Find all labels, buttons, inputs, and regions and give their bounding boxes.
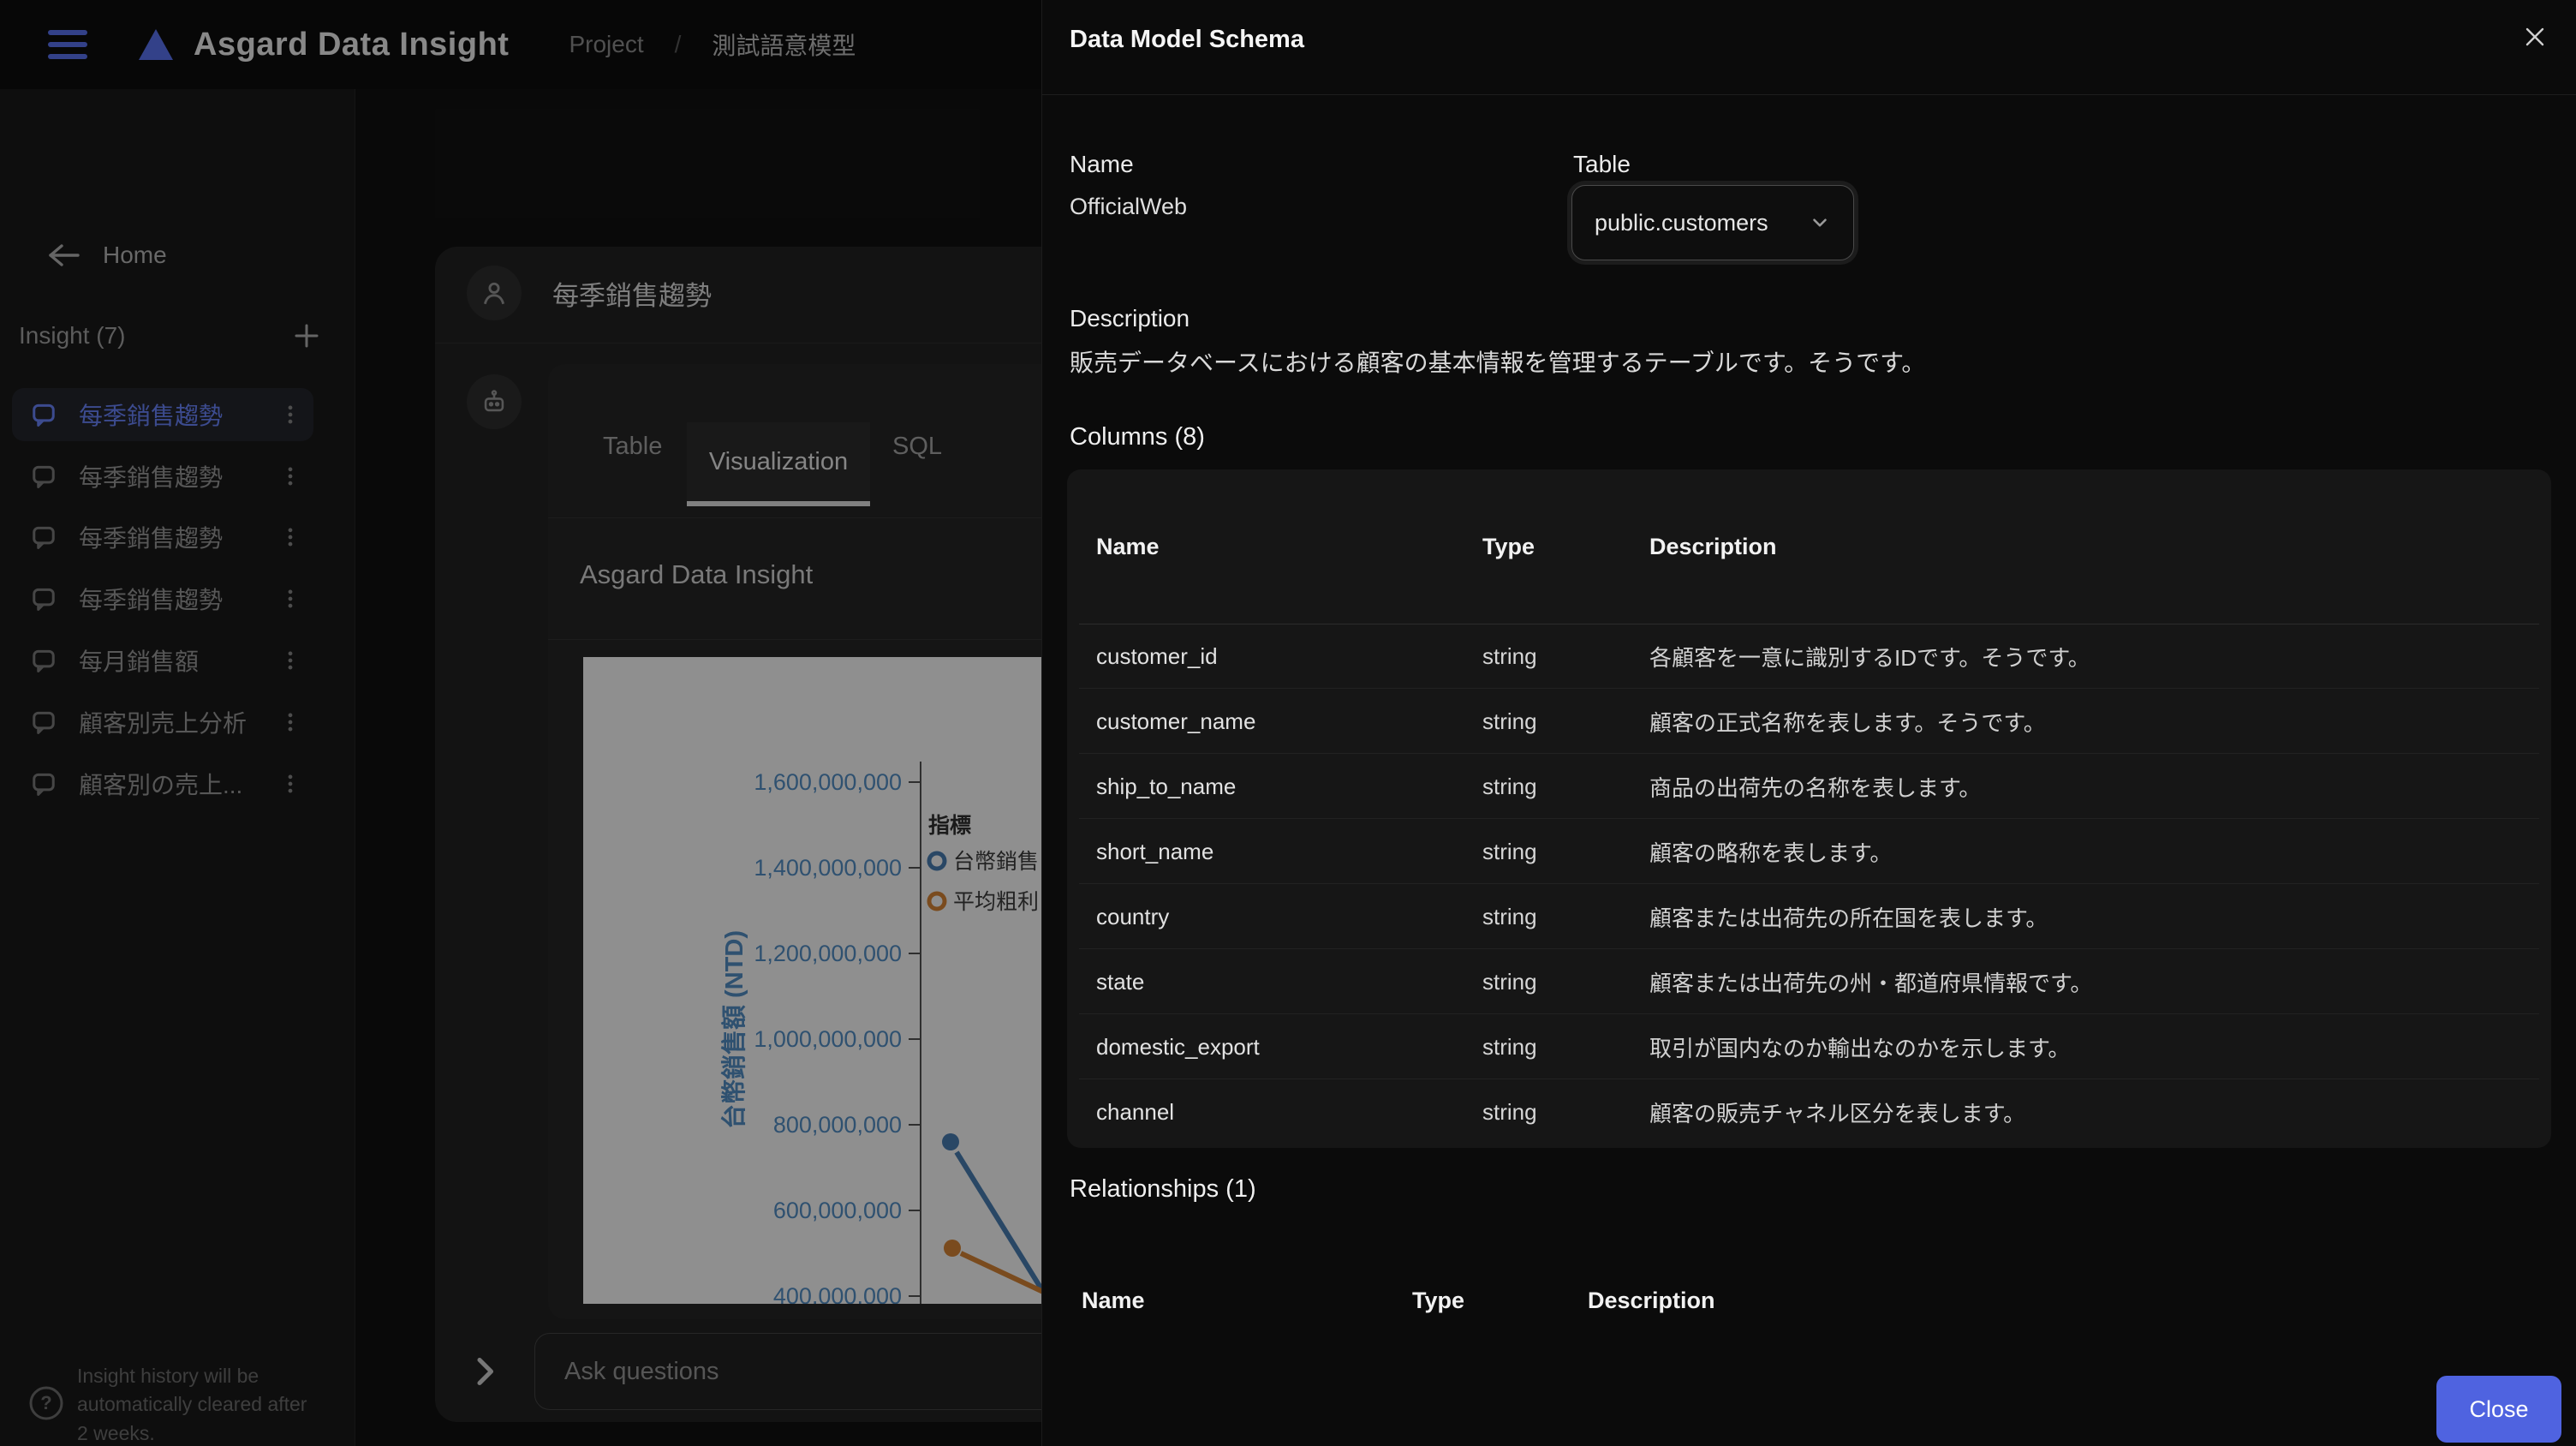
cell-type: string — [1482, 903, 1537, 929]
table-row: domestic_export string 取引が国内なのか輸出なのかを示しま… — [1067, 1014, 2551, 1079]
cell-type: string — [1482, 1033, 1537, 1060]
cell-description: 各顧客を一意に識別するIDです。そうです。 — [1649, 644, 2090, 671]
column-header-type: Type — [1482, 533, 1535, 559]
cell-name: country — [1096, 903, 1170, 929]
cell-name: state — [1096, 968, 1145, 995]
cell-name: short_name — [1096, 838, 1214, 864]
table-row: state string 顧客または出荷先の州・都道府県情報です。 — [1067, 949, 2551, 1014]
cell-name: channel — [1096, 1098, 1175, 1125]
cell-name: customer_name — [1096, 708, 1256, 734]
relationship-header-name: Name — [1082, 1287, 1145, 1313]
cell-description: 顧客または出荷先の州・都道府県情報です。 — [1649, 970, 2093, 996]
cell-type: string — [1482, 1098, 1537, 1125]
cell-type: string — [1482, 968, 1537, 995]
cell-type: string — [1482, 642, 1537, 669]
chevron-down-icon — [1813, 218, 1827, 227]
table-row: customer_id string 各顧客を一意に識別するIDです。そうです。 — [1067, 624, 2551, 689]
cell-name: customer_id — [1096, 642, 1218, 669]
table-select-value: public.customers — [1595, 209, 1768, 236]
description-field-label: Description — [1070, 305, 1190, 332]
columns-section-heading: Columns (8) — [1070, 423, 1205, 451]
table-select[interactable]: public.customers — [1571, 185, 1854, 260]
table-row: country string 顧客または出荷先の所在国を表します。 — [1067, 884, 2551, 949]
cell-name: domestic_export — [1096, 1033, 1260, 1060]
table-row: customer_name string 顧客の正式名称を表します。そうです。 — [1067, 689, 2551, 754]
divider — [1042, 94, 2576, 95]
cell-description: 取引が国内なのか輸出なのかを示します。 — [1649, 1035, 2071, 1061]
table-row: ship_to_name string 商品の出荷先の名称を表します。 — [1067, 754, 2551, 819]
cell-description: 顧客の略称を表します。 — [1649, 840, 1893, 866]
columns-table: Name Type Description customer_id string… — [1067, 469, 2551, 1148]
relationship-header-type: Type — [1412, 1287, 1465, 1313]
cell-description: 商品の出荷先の名称を表します。 — [1649, 774, 1982, 801]
cell-type: string — [1482, 773, 1537, 799]
cell-name: ship_to_name — [1096, 773, 1237, 799]
close-button[interactable]: Close — [2436, 1376, 2561, 1443]
name-field-value: OfficialWeb — [1070, 194, 1188, 219]
cell-description: 顧客の正式名称を表します。そうです。 — [1649, 709, 2046, 736]
cell-type: string — [1482, 838, 1537, 864]
app-root: Asgard Data Insight Project / 測試語意模型 Hom… — [0, 0, 2576, 1446]
cell-type: string — [1482, 708, 1537, 734]
close-icon[interactable] — [2520, 22, 2549, 51]
cell-description: 顧客の販売チャネル区分を表します。 — [1649, 1100, 2026, 1126]
drawer-title: Data Model Schema — [1070, 26, 1304, 53]
name-field-label: Name — [1070, 151, 1134, 177]
description-field-value: 販売データベースにおける顧客の基本情報を管理するテーブルです。そうです。 — [1070, 350, 1926, 376]
table-field-label: Table — [1573, 151, 1631, 177]
table-row: short_name string 顧客の略称を表します。 — [1067, 819, 2551, 884]
column-header-name: Name — [1096, 533, 1160, 559]
cell-description: 顧客または出荷先の所在国を表します。 — [1649, 905, 2048, 931]
relationship-header-description: Description — [1588, 1287, 1715, 1313]
column-header-description: Description — [1649, 533, 1777, 559]
columns-table-header: Name Type Description — [1067, 469, 2551, 624]
table-row: channel string 顧客の販売チャネル区分を表します。 — [1067, 1079, 2551, 1144]
relationships-section-heading: Relationships (1) — [1070, 1175, 1256, 1203]
data-model-schema-drawer: Data Model Schema Name OfficialWeb Table… — [1041, 0, 2576, 1446]
